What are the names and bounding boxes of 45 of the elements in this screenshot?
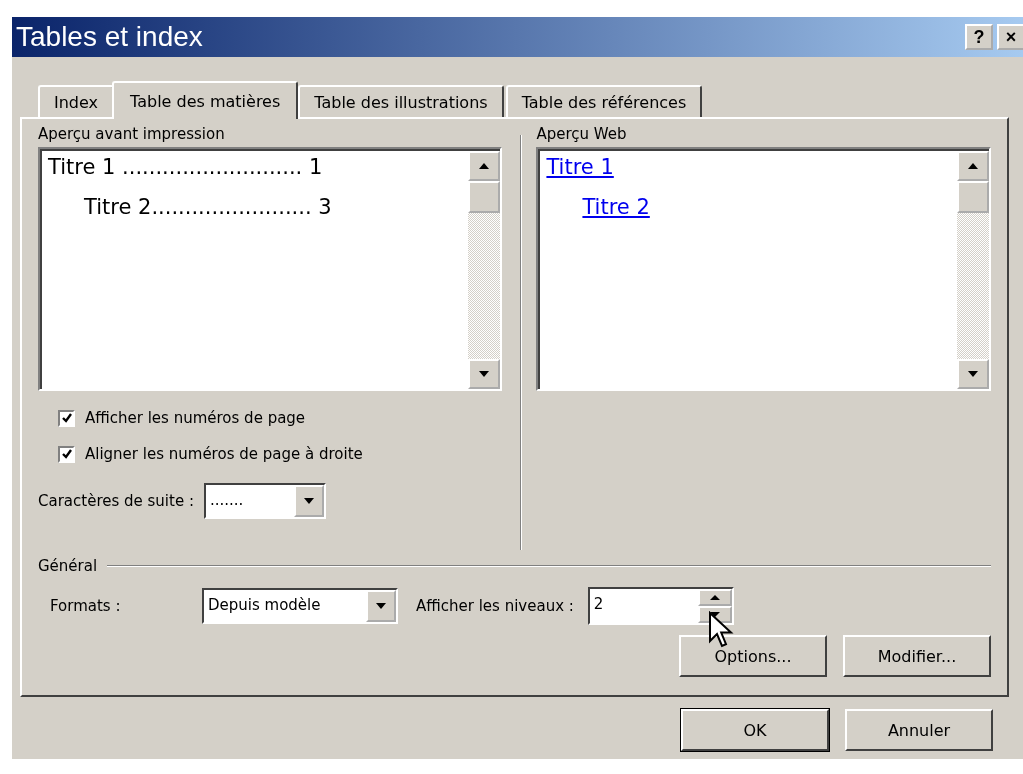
scroll-down-button[interactable] (468, 359, 501, 389)
ok-button[interactable]: OK (681, 709, 829, 751)
checkbox-label[interactable]: Afficher les numéros de page (85, 409, 306, 427)
toc-entry: Titre 2........................ 3 (83, 195, 333, 221)
spin-up-button[interactable] (697, 589, 732, 606)
down-arrow-icon (478, 370, 491, 378)
scroll-up-button[interactable] (468, 151, 501, 181)
down-arrow-icon (708, 611, 721, 618)
heading-link[interactable]: Titre 1 (546, 155, 614, 179)
levels-label: Afficher les niveaux : (416, 597, 574, 615)
formats-label: Formats : (49, 597, 122, 615)
tab[interactable]: Index (38, 85, 115, 117)
options-button[interactable]: Options... (679, 635, 827, 677)
group-label: Général (38, 557, 98, 575)
preview-label: Aperçu Web (536, 125, 628, 145)
window-title: Tables et index (16, 21, 203, 53)
scrollbar[interactable] (957, 149, 989, 389)
preview-label: Aperçu avant impression (38, 125, 226, 145)
scroll-up-button[interactable] (957, 151, 989, 181)
cancel-button[interactable]: Annuler (845, 709, 993, 751)
up-arrow-icon (708, 594, 721, 601)
checkbox-label[interactable]: Aligner les numéros de page à droite (85, 445, 363, 463)
formats-dropdown[interactable]: Depuis modèle (202, 588, 398, 624)
scroll-down-button[interactable] (957, 359, 989, 389)
leader-label: Caractères de suite : (38, 492, 194, 510)
close-button[interactable]: × (997, 24, 1023, 50)
toc-entry: Titre 1 ........................... 1 (48, 155, 324, 181)
scroll-thumb[interactable] (468, 181, 501, 213)
down-arrow-icon (967, 370, 979, 378)
tab[interactable]: Table des illustrations (298, 85, 504, 117)
checkbox[interactable] (58, 409, 75, 427)
heading-link[interactable]: Titre 2 (582, 195, 650, 219)
tab[interactable]: Table des références (505, 85, 703, 117)
caret-icon (303, 497, 315, 505)
checkbox[interactable] (58, 445, 75, 463)
scroll-thumb[interactable] (957, 181, 989, 213)
leader-dropdown[interactable]: ....... (204, 483, 326, 519)
up-arrow-icon (967, 162, 979, 170)
up-arrow-icon (478, 162, 491, 170)
mouse-pointer-icon (707, 611, 734, 649)
help-button[interactable]: ? (965, 24, 993, 50)
caret-icon (375, 602, 387, 610)
scrollbar[interactable] (468, 149, 501, 389)
tab[interactable]: Table des matières (112, 81, 299, 119)
modify-button[interactable]: Modifier... (843, 635, 991, 677)
